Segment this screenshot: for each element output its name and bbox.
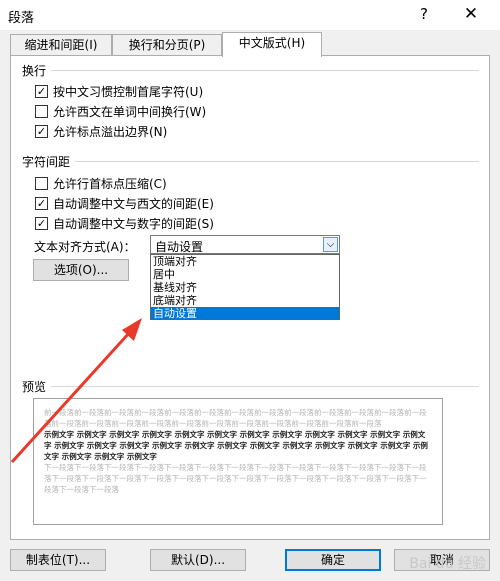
checkbox-checked[interactable]: ✓ [35, 196, 48, 210]
char-spacing-group-title: 字符间距 [22, 155, 71, 169]
preview-next-paragraph: 下一段落下一段落下一段落下一段落下一段落下一段落下一段落下一段落下一段落下一段落… [44, 463, 427, 494]
checkbox-checked[interactable]: ✓ [35, 84, 48, 98]
chevron-down-icon[interactable]: ⌵ [323, 237, 338, 252]
select-value: 自动设置 [155, 240, 204, 254]
option-allow-latin-word-wrap[interactable]: 允许西文在单词中间换行(W) [35, 102, 206, 120]
tab-indent-spacing[interactable]: 缩进和间距(I) [10, 34, 112, 56]
option-label: 自动调整中文与数字的间距(S) [53, 216, 214, 231]
option-label: 允许行首标点压缩(C) [53, 176, 167, 191]
ok-button[interactable]: 确定 [285, 549, 381, 571]
close-button[interactable]: ✕ [458, 3, 484, 25]
option-label: 自动调整中文与西文的间距(E) [53, 196, 214, 211]
text-alignment-dropdown[interactable]: 顶端对齐 居中 基线对齐 底端对齐 自动设置 [150, 254, 340, 320]
tab-line-page-breaks[interactable]: 换行和分页(P) [112, 34, 222, 56]
help-button[interactable]: ? [412, 3, 436, 25]
dropdown-option-center[interactable]: 居中 [151, 268, 339, 281]
option-label: 允许标点溢出边界(N) [53, 124, 168, 139]
preview-area: 前一段落前一段落前一段落前一段落前一段落前一段落前一段落前一段落前一段落前一段落… [33, 398, 443, 525]
tabs-button[interactable]: 制表位(T)... [10, 549, 106, 571]
option-space-chinese-numbers[interactable]: ✓ 自动调整中文与数字的间距(S) [35, 214, 214, 232]
checkbox-checked[interactable]: ✓ [35, 216, 48, 230]
option-hanging-punctuation[interactable]: ✓ 允许标点溢出边界(N) [35, 122, 167, 140]
set-default-button[interactable]: 默认(D)... [150, 549, 246, 571]
dropdown-option-top[interactable]: 顶端对齐 [151, 255, 339, 268]
title-bar: 段落 ? ✕ [0, 0, 500, 30]
option-label: 按中文习惯控制首尾字符(U) [53, 84, 204, 99]
text-alignment-label: 文本对齐方式(A)： [34, 240, 136, 254]
dropdown-option-auto[interactable]: 自动设置 [151, 307, 339, 320]
option-compress-leading-punctuation[interactable]: 允许行首标点压缩(C) [35, 174, 167, 192]
group-divider [75, 161, 479, 162]
text-alignment-select[interactable]: 自动设置 ⌵ [150, 235, 340, 254]
checkbox-unchecked[interactable] [35, 176, 48, 190]
watermark: Bai du 经验 [409, 556, 486, 572]
preview-sample-text: 示例文字 示例文字 示例文字 示例文字 示例文字 示例文字 示例文字 示例文字 … [44, 430, 428, 461]
group-divider [51, 70, 479, 71]
option-control-first-last-chars[interactable]: ✓ 按中文习惯控制首尾字符(U) [35, 82, 203, 100]
window-title: 段落 [8, 11, 35, 26]
dropdown-option-bottom[interactable]: 底端对齐 [151, 294, 339, 307]
option-space-chinese-latin[interactable]: ✓ 自动调整中文与西文的间距(E) [35, 194, 214, 212]
preview-previous-paragraph: 前一段落前一段落前一段落前一段落前一段落前一段落前一段落前一段落前一段落前一段落… [44, 408, 427, 428]
checkbox-checked[interactable]: ✓ [35, 124, 48, 138]
group-divider [51, 386, 479, 387]
option-label: 允许西文在单词中间换行(W) [53, 104, 207, 119]
options-button[interactable]: 选项(O)... [33, 259, 129, 281]
tab-chinese-typography[interactable]: 中文版式(H) [222, 32, 322, 57]
checkbox-unchecked[interactable] [35, 104, 48, 118]
preview-group-title: 预览 [22, 380, 47, 394]
line-breaking-group-title: 换行 [22, 64, 47, 78]
dropdown-option-baseline[interactable]: 基线对齐 [151, 281, 339, 294]
